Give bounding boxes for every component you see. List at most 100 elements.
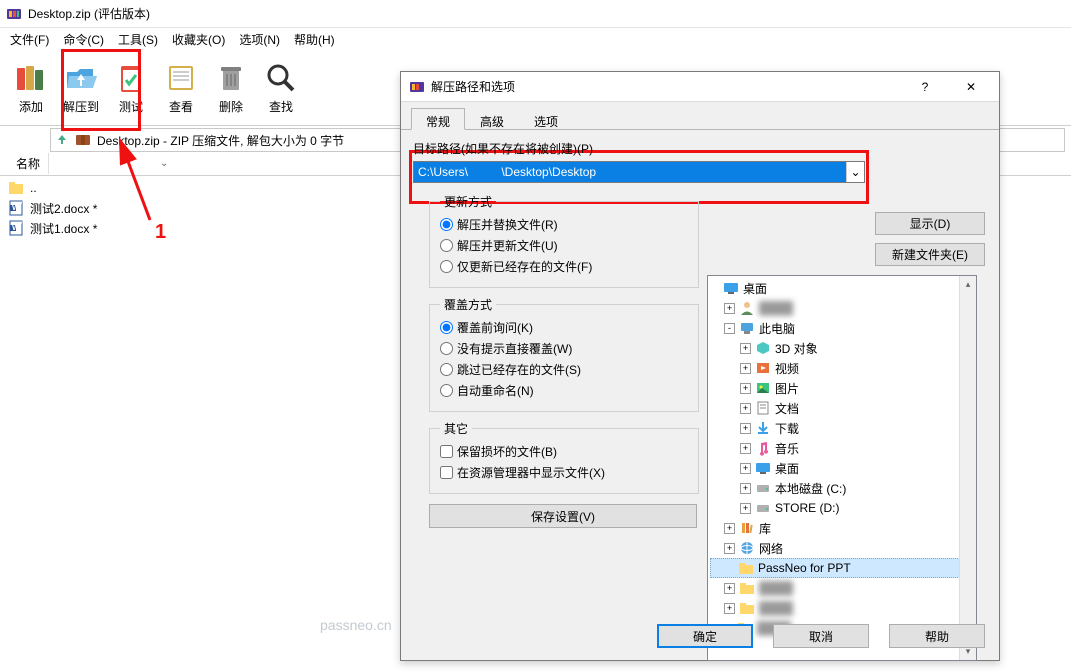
- show-button[interactable]: 显示(D): [875, 212, 985, 235]
- toolbar-delete[interactable]: 删除: [206, 56, 256, 119]
- tree-item[interactable]: +████: [710, 598, 974, 618]
- up-icon[interactable]: [55, 132, 69, 149]
- tree-item[interactable]: +网络: [710, 538, 974, 558]
- tree-item[interactable]: PassNeo for PPT: [710, 558, 974, 578]
- music-icon: [755, 440, 771, 456]
- expand-toggle[interactable]: +: [740, 343, 751, 354]
- dl-icon: [755, 420, 771, 436]
- tree-item-label: 3D 对象: [775, 340, 818, 357]
- column-name[interactable]: 名称: [8, 153, 49, 174]
- save-settings-button[interactable]: 保存设置(V): [429, 504, 697, 528]
- toolbar-extract-to[interactable]: 解压到: [56, 56, 106, 119]
- radio-extract-update[interactable]: 解压并更新文件(U): [440, 237, 688, 254]
- pc-icon: [739, 320, 755, 336]
- folder-icon: [739, 580, 755, 596]
- expand-toggle[interactable]: +: [740, 463, 751, 474]
- window-title: Desktop.zip (评估版本): [28, 5, 150, 22]
- net-icon: [739, 540, 755, 556]
- trash-icon: [213, 60, 249, 96]
- tree-item[interactable]: +下载: [710, 418, 974, 438]
- 3d-icon: [755, 340, 771, 356]
- path-text: Desktop.zip - ZIP 压缩文件, 解包大小为 0 字节: [97, 132, 344, 149]
- scroll-up-icon[interactable]: ▴: [960, 276, 976, 293]
- tab-advanced[interactable]: 高级: [465, 108, 519, 129]
- tree-item-label: STORE (D:): [775, 501, 839, 515]
- help-button[interactable]: 帮助: [889, 624, 985, 648]
- tree-item[interactable]: +桌面: [710, 458, 974, 478]
- new-folder-button[interactable]: 新建文件夹(E): [875, 243, 985, 266]
- misc-group: 其它 保留损坏的文件(B) 在资源管理器中显示文件(X): [429, 420, 699, 494]
- menu-favorites[interactable]: 收藏夹(O): [166, 29, 231, 50]
- radio-freshen-only[interactable]: 仅更新已经存在的文件(F): [440, 258, 688, 275]
- expand-toggle[interactable]: +: [724, 543, 735, 554]
- expand-toggle[interactable]: +: [740, 483, 751, 494]
- menu-file[interactable]: 文件(F): [4, 29, 55, 50]
- tree-item[interactable]: +库: [710, 518, 974, 538]
- update-mode-group: 更新方式 解压并替换文件(R) 解压并更新文件(U) 仅更新已经存在的文件(F): [429, 193, 699, 288]
- menu-tools[interactable]: 工具(S): [112, 29, 164, 50]
- user-icon: [739, 300, 755, 316]
- expand-toggle[interactable]: +: [724, 603, 735, 614]
- dest-path-combo[interactable]: ⌄: [413, 161, 865, 183]
- scrollbar[interactable]: ▴ ▾: [959, 276, 976, 660]
- check-show-explorer[interactable]: 在资源管理器中显示文件(X): [440, 464, 688, 481]
- dialog-body: 目标路径(如果不存在将被创建)(P) ⌄ 显示(D) 新建文件夹(E) 更新方式…: [401, 130, 999, 538]
- tree-item[interactable]: 桌面: [710, 278, 974, 298]
- expand-toggle[interactable]: +: [740, 403, 751, 414]
- desktop-icon: [723, 280, 739, 296]
- tree-item[interactable]: +图片: [710, 378, 974, 398]
- folder-up-icon: [8, 180, 24, 196]
- tree-item[interactable]: + 本地磁盘 (C:): [710, 478, 974, 498]
- toolbar-test[interactable]: 测试: [106, 56, 156, 119]
- expand-toggle[interactable]: +: [740, 363, 751, 374]
- expand-toggle[interactable]: +: [740, 423, 751, 434]
- tree-item[interactable]: + STORE (D:): [710, 498, 974, 518]
- lib-icon: [739, 520, 755, 536]
- cancel-button[interactable]: 取消: [773, 624, 869, 648]
- radio-skip-existing[interactable]: 跳过已经存在的文件(S): [440, 361, 688, 378]
- expand-toggle[interactable]: +: [724, 303, 735, 314]
- tree-item[interactable]: +音乐: [710, 438, 974, 458]
- toolbar-view[interactable]: 查看: [156, 56, 206, 119]
- expand-toggle[interactable]: +: [724, 523, 735, 534]
- tree-item[interactable]: +文档: [710, 398, 974, 418]
- menu-help[interactable]: 帮助(H): [288, 29, 341, 50]
- tree-item[interactable]: +3D 对象: [710, 338, 974, 358]
- check-keep-broken[interactable]: 保留损坏的文件(B): [440, 443, 688, 460]
- radio-auto-rename[interactable]: 自动重命名(N): [440, 382, 688, 399]
- folder-tree[interactable]: 桌面+████-此电脑+3D 对象+视频+图片+文档+下载+音乐+桌面+本地磁盘…: [707, 275, 977, 661]
- radio-ask-overwrite[interactable]: 覆盖前询问(K): [440, 319, 688, 336]
- drive-icon: [755, 500, 771, 516]
- dialog-title-bar: 解压路径和选项 ? ✕: [401, 72, 999, 102]
- annotation-label-1: 1: [155, 221, 166, 244]
- menu-command[interactable]: 命令(C): [57, 29, 110, 50]
- expand-toggle[interactable]: +: [724, 583, 735, 594]
- toolbar-find[interactable]: 查找: [256, 56, 306, 119]
- tab-general[interactable]: 常规: [411, 108, 465, 130]
- dest-path-label: 目标路径(如果不存在将被创建)(P): [413, 140, 987, 157]
- winrar-icon: [409, 79, 425, 95]
- overwrite-mode-group: 覆盖方式 覆盖前询问(K) 没有提示直接覆盖(W) 跳过已经存在的文件(S) 自…: [429, 296, 699, 412]
- radio-overwrite-silent[interactable]: 没有提示直接覆盖(W): [440, 340, 688, 357]
- tree-item[interactable]: +视频: [710, 358, 974, 378]
- expand-toggle[interactable]: +: [740, 503, 751, 514]
- tree-item-label: ████: [759, 581, 793, 595]
- pic-icon: [755, 380, 771, 396]
- tree-item[interactable]: + ████: [710, 578, 974, 598]
- menu-options[interactable]: 选项(N): [233, 29, 286, 50]
- close-button[interactable]: ✕: [951, 73, 991, 101]
- radio-extract-replace[interactable]: 解压并替换文件(R): [440, 216, 688, 233]
- tab-options[interactable]: 选项: [519, 108, 573, 129]
- tree-item[interactable]: -此电脑: [710, 318, 974, 338]
- expand-toggle[interactable]: -: [724, 323, 735, 334]
- tree-item[interactable]: +████: [710, 298, 974, 318]
- dest-path-input[interactable]: [414, 162, 846, 182]
- help-button[interactable]: ?: [905, 73, 945, 101]
- toolbar-add[interactable]: 添加: [6, 56, 56, 119]
- video-icon: [755, 360, 771, 376]
- chevron-down-icon[interactable]: ⌄: [846, 162, 864, 182]
- tree-item-label: 本地磁盘 (C:): [775, 480, 846, 497]
- ok-button[interactable]: 确定: [657, 624, 753, 648]
- expand-toggle[interactable]: +: [740, 383, 751, 394]
- expand-toggle[interactable]: +: [740, 443, 751, 454]
